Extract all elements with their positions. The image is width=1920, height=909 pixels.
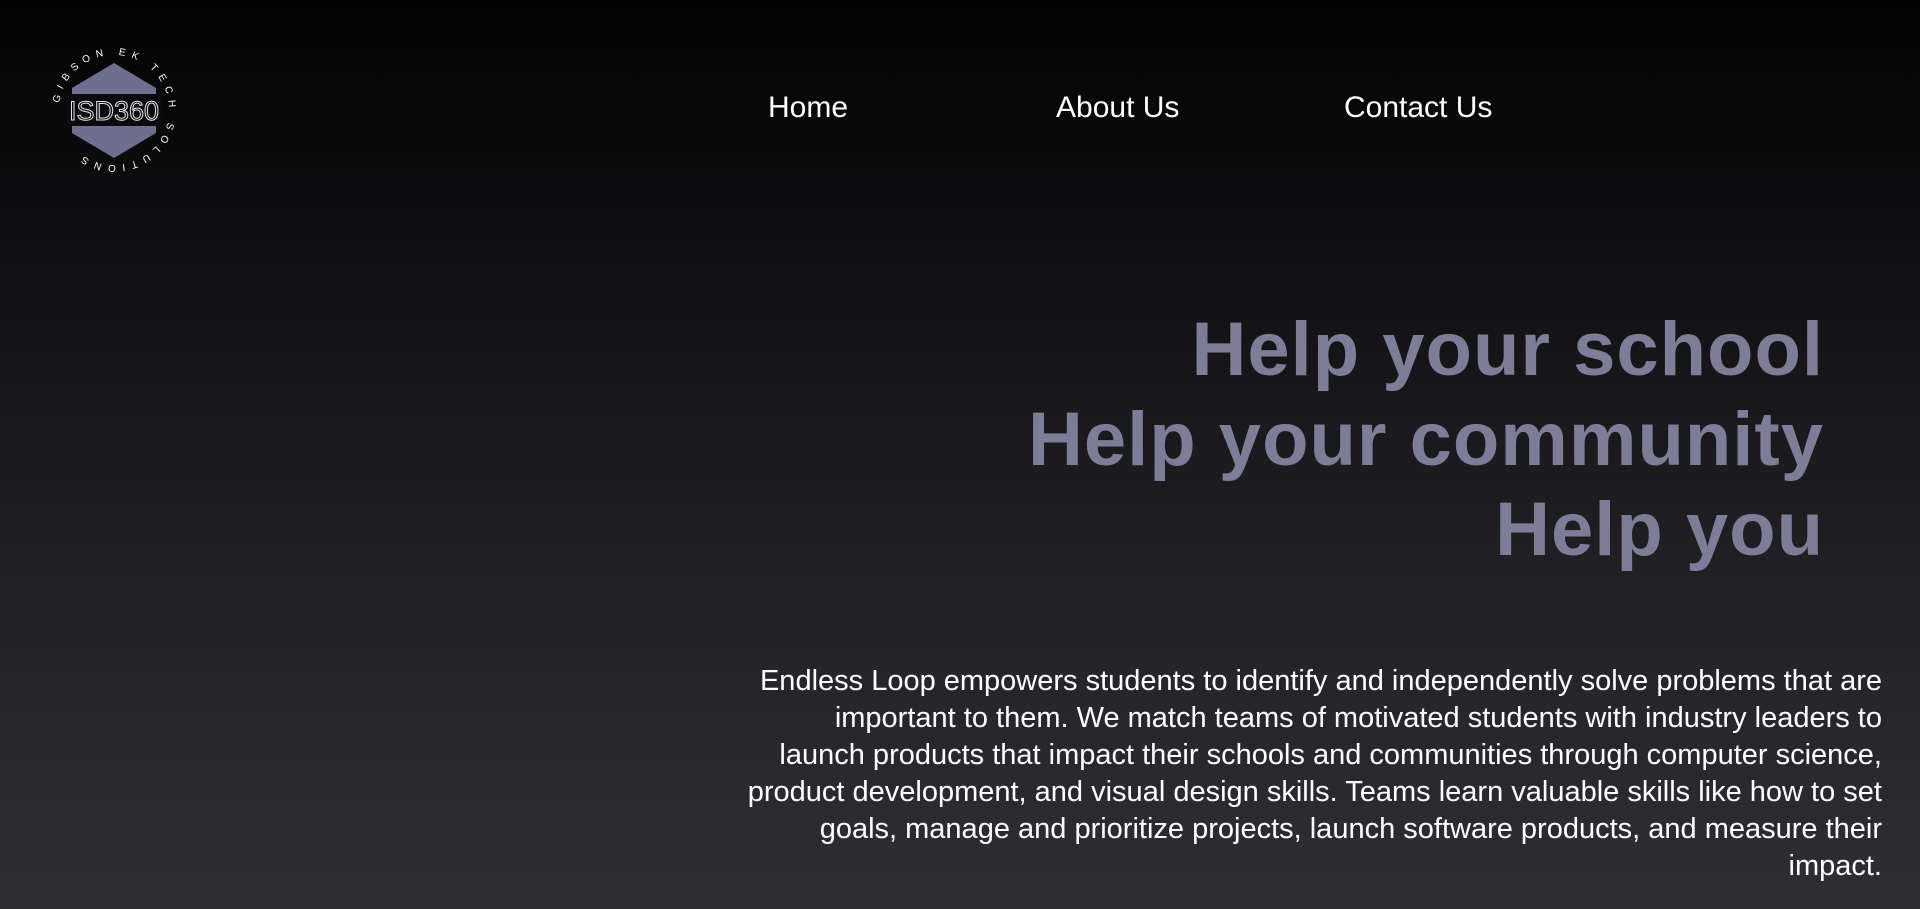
nav-link-contact-us[interactable]: Contact Us [1344,88,1492,128]
hero-heading: Help your school Help your community Hel… [1028,305,1824,575]
main-nav: Home About Us Contact Us [0,88,1920,128]
hero-description: Endless Loop empowers students to identi… [747,665,1882,882]
hero-line-school: Help your school [1191,307,1824,392]
hero-line-community: Help your community [1028,397,1824,482]
nav-link-about-us[interactable]: About Us [1056,88,1179,128]
nav-link-home[interactable]: Home [768,88,848,128]
hero-line-you: Help you [1495,487,1824,572]
